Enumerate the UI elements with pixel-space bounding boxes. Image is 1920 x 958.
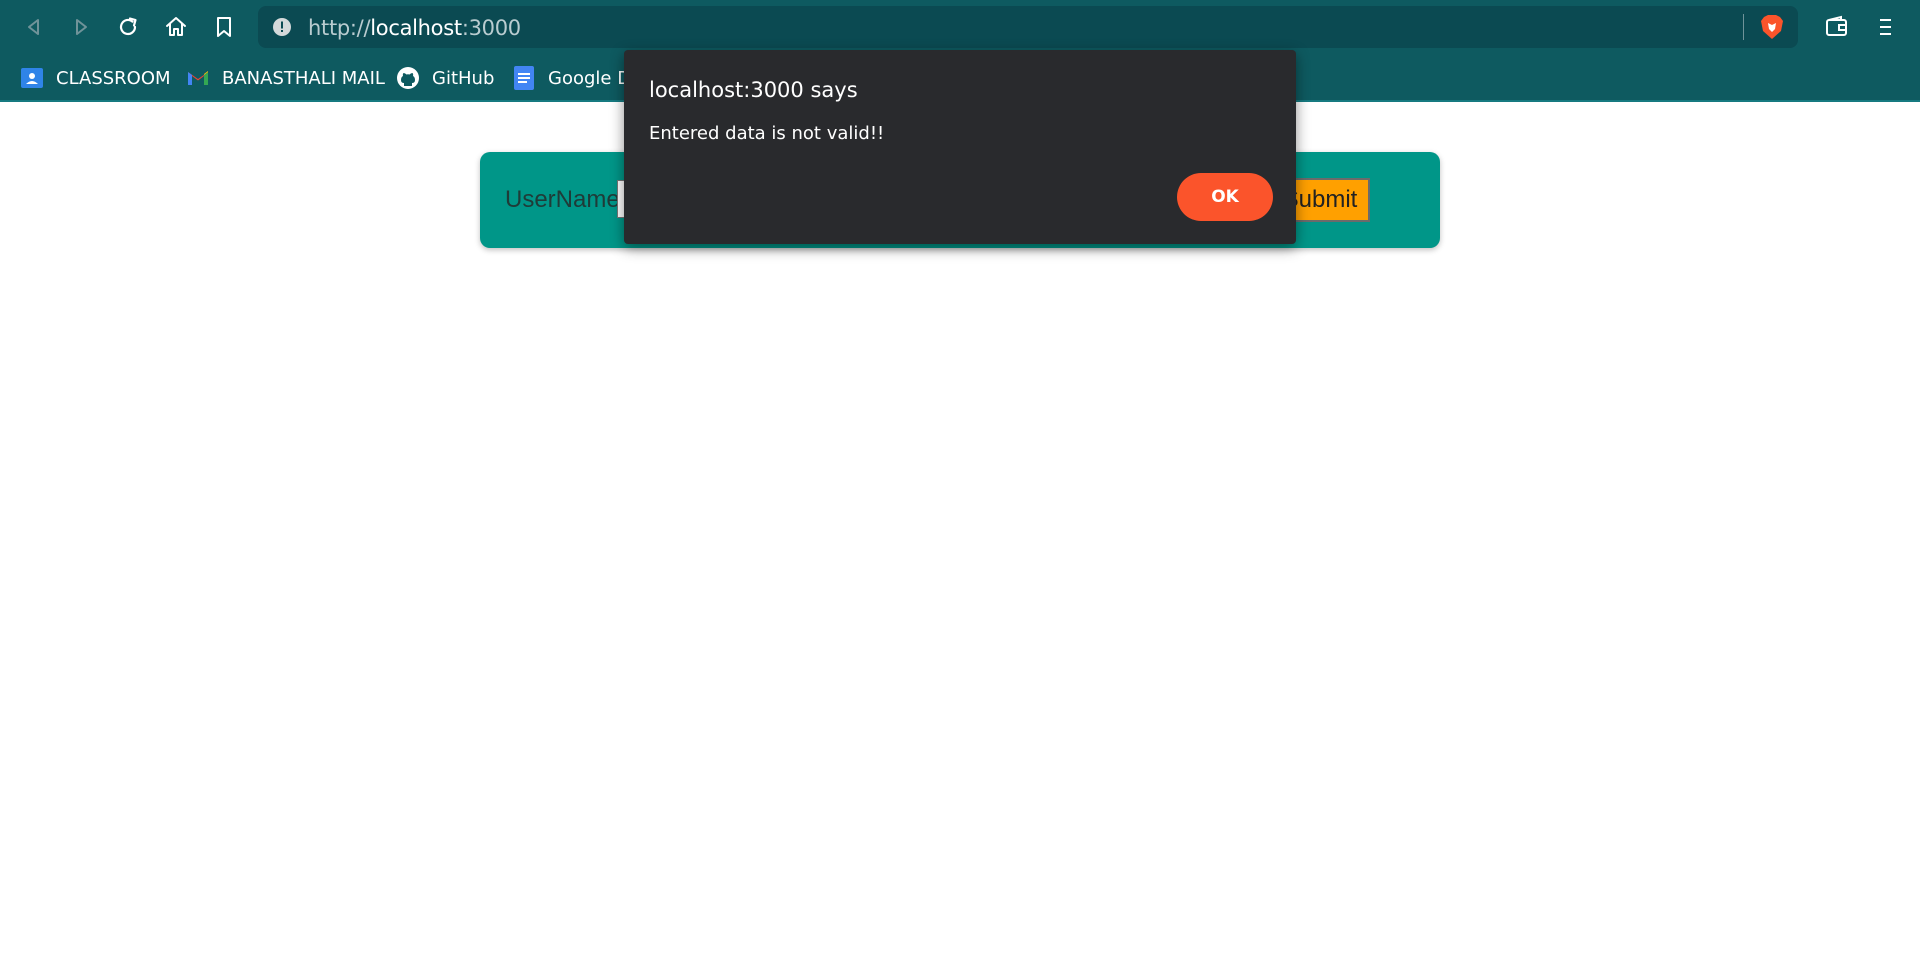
url-port: :3000 — [461, 16, 521, 40]
url-text[interactable]: http://localhost:3000 — [308, 16, 521, 40]
forward-icon — [76, 19, 87, 35]
bookmark-classroom[interactable]: CLASSROOM — [20, 64, 171, 92]
ok-button[interactable]: OK — [1177, 173, 1273, 221]
wallet-button[interactable] — [1820, 10, 1854, 44]
bookmark-label: BANASTHALI MAIL — [222, 67, 385, 89]
reload-icon — [119, 17, 137, 36]
forward-button[interactable] — [64, 10, 98, 44]
bookmark-google-docs[interactable]: Google D — [512, 64, 631, 92]
dialog-message: Entered data is not valid!! — [649, 123, 885, 144]
classroom-icon — [20, 66, 44, 90]
back-button[interactable] — [17, 10, 51, 44]
github-icon — [396, 66, 420, 90]
bookmark-label: Google D — [548, 67, 632, 89]
bookmark-icon — [217, 17, 231, 37]
username-label: UserName — [505, 186, 620, 213]
hamburger-menu-icon — [1880, 19, 1891, 35]
url-host: localhost — [370, 16, 462, 40]
bookmark-github[interactable]: GitHub — [396, 64, 494, 92]
address-bar-divider — [1743, 14, 1744, 40]
wallet-icon — [1826, 15, 1847, 36]
gmail-icon — [186, 66, 210, 90]
home-button[interactable] — [159, 10, 193, 44]
browser-toolbar: http://localhost:3000 — [0, 0, 1920, 54]
bookmark-label: CLASSROOM — [56, 67, 171, 89]
home-icon — [166, 17, 186, 36]
address-bar[interactable]: http://localhost:3000 — [258, 6, 1798, 48]
menu-button[interactable] — [1868, 10, 1902, 44]
back-icon — [28, 19, 39, 35]
reload-button[interactable] — [111, 10, 145, 44]
dialog-title: localhost:3000 says — [649, 78, 858, 102]
site-info-icon[interactable] — [272, 17, 292, 37]
url-scheme: http:// — [308, 16, 371, 40]
alert-dialog: localhost:3000 says Entered data is not … — [624, 50, 1296, 244]
brave-shields-icon[interactable] — [1758, 13, 1786, 41]
bookmark-banasthali-mail[interactable]: BANASTHALI MAIL — [186, 64, 385, 92]
google-docs-icon — [512, 66, 536, 90]
bookmark-label: GitHub — [432, 67, 495, 89]
bookmark-button[interactable] — [207, 10, 241, 44]
